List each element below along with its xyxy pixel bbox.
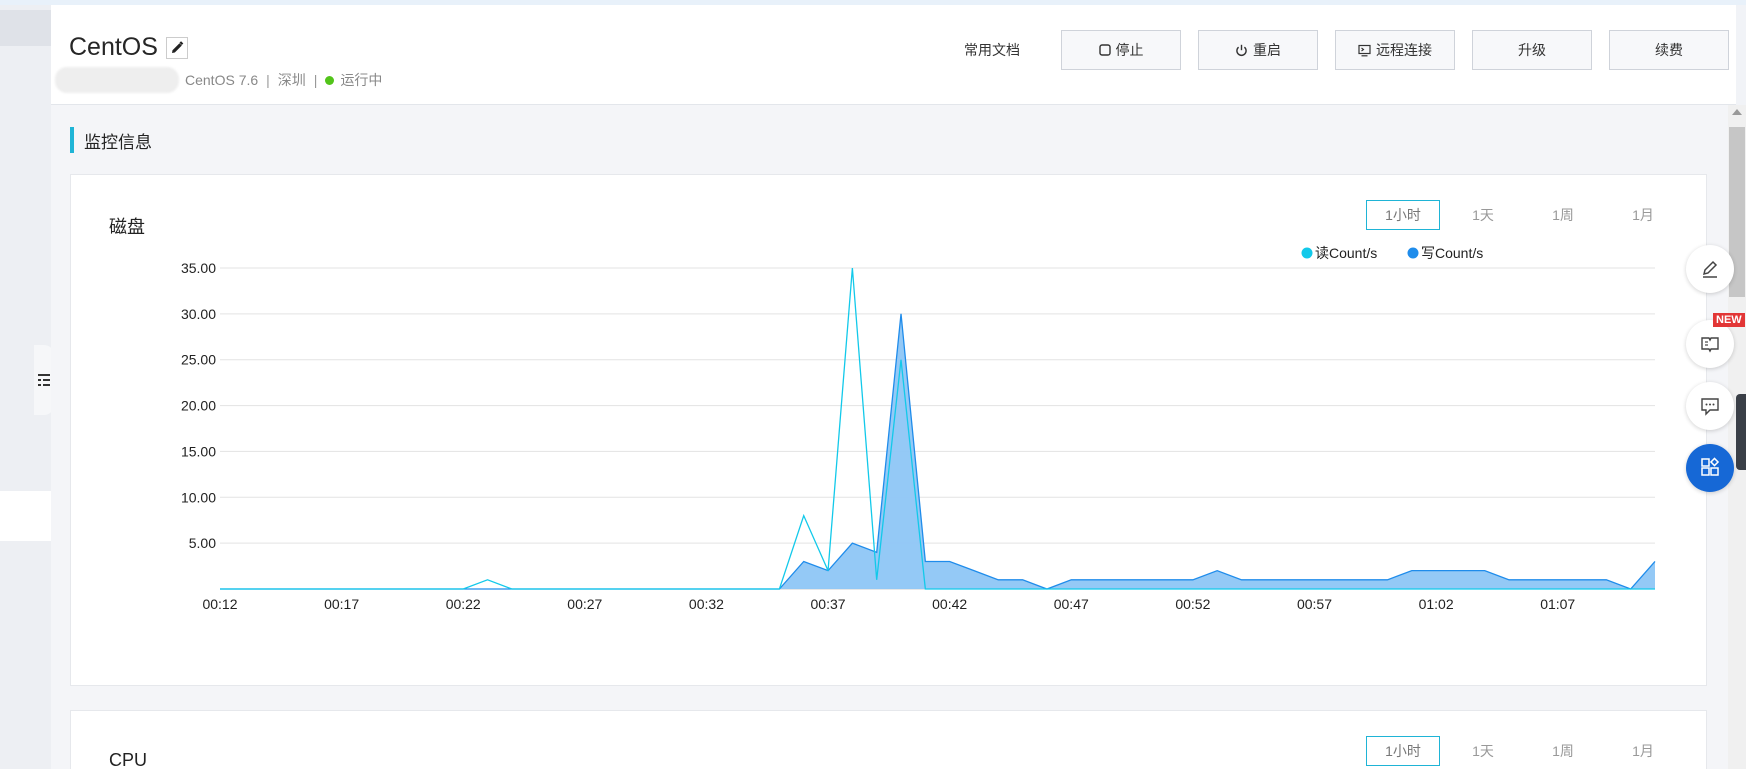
apps-icon	[1701, 457, 1720, 476]
series-read-line	[220, 267, 1655, 590]
x-tick-label: 00:37	[811, 596, 846, 612]
x-tick-label: 00:52	[1175, 596, 1210, 612]
redacted-id	[55, 67, 179, 93]
section-accent-bar	[70, 127, 74, 153]
restart-button[interactable]: 重启	[1198, 30, 1318, 70]
y-tick-label: 15.00	[181, 443, 216, 459]
region: 深圳	[277, 72, 306, 88]
x-tick-label: 00:12	[202, 596, 237, 612]
x-tick-label: 00:57	[1297, 596, 1332, 612]
scroll-up-arrow[interactable]	[1732, 109, 1742, 115]
cpu-monitor-card: CPU 1小时 1天 1周 1月	[70, 710, 1707, 769]
instance-meta: CentOS 7.6 | 深圳 | 运行中	[55, 67, 382, 93]
y-tick-label: 10.00	[181, 489, 216, 505]
remote-desktop-icon	[1358, 44, 1371, 56]
x-tick-label: 00:27	[567, 596, 602, 612]
legend-label-write: 写Count/s	[1421, 245, 1483, 261]
left-nav-active-item[interactable]	[0, 491, 51, 541]
section-header: 监控信息	[70, 127, 152, 153]
right-edge-widget[interactable]	[1736, 394, 1746, 470]
x-tick-label: 01:02	[1419, 596, 1454, 612]
sidebar-toggle-icon	[38, 374, 50, 386]
disk-chart: 35.00 30.00 25.00 20.00 15.00 10.00 5.00 00:12 0…	[181, 245, 1656, 612]
x-tick-label: 00:47	[1054, 596, 1089, 612]
left-nav-top-block	[0, 10, 51, 46]
x-tick-label: 01:07	[1540, 596, 1575, 612]
float-apps-button[interactable]	[1686, 444, 1734, 492]
rename-button[interactable]	[165, 36, 188, 59]
legend-label-read: 读Count/s	[1315, 245, 1377, 261]
cpu-card-title: CPU	[109, 750, 148, 769]
pencil-icon	[171, 40, 184, 53]
legend-swatch-read	[1301, 247, 1313, 259]
legend-swatch-write	[1407, 247, 1419, 259]
instance-header: CentOS CentOS 7.6 | 深圳 | 运行中 常用文档 停止 重启 …	[51, 5, 1736, 105]
float-chat-button[interactable]	[1686, 382, 1734, 430]
y-tick-label: 30.00	[181, 306, 216, 322]
remote-connect-button[interactable]: 远程连接	[1335, 30, 1455, 70]
y-tick-label: 25.00	[181, 352, 216, 368]
stop-button[interactable]: 停止	[1061, 30, 1181, 70]
status-dot-icon	[325, 75, 335, 85]
os-version: CentOS 7.6	[185, 72, 259, 88]
cpu-range-1w[interactable]: 1周	[1526, 736, 1600, 766]
section-title: 监控信息	[84, 132, 152, 152]
y-tick-label: 35.00	[181, 260, 216, 276]
float-manual-button[interactable]	[1686, 320, 1734, 368]
x-tick-label: 00:32	[689, 596, 724, 612]
x-tick-label: 00:17	[324, 596, 359, 612]
cpu-range-1m[interactable]: 1月	[1606, 736, 1680, 766]
cpu-range-1d[interactable]: 1天	[1446, 736, 1520, 766]
x-tick-label: 00:42	[932, 596, 967, 612]
renew-button[interactable]: 续费	[1609, 30, 1729, 70]
x-tick-label: 00:22	[446, 596, 481, 612]
instance-name: CentOS	[69, 33, 158, 61]
new-badge: NEW	[1713, 313, 1745, 327]
y-tick-label: 20.00	[181, 398, 216, 414]
cpu-range-1h[interactable]: 1小时	[1366, 736, 1440, 766]
edit-icon	[1702, 260, 1718, 278]
power-icon	[1236, 44, 1247, 56]
docs-link[interactable]: 常用文档	[964, 40, 1020, 60]
chat-icon	[1701, 398, 1719, 416]
stop-icon	[1098, 44, 1111, 56]
float-edit-button[interactable]	[1686, 245, 1734, 293]
instance-toolbar: 常用文档 停止 重启 远程连接 升级 续费	[964, 30, 1729, 70]
cpu-range-tabs: 1小时 1天 1周 1月	[1360, 736, 1680, 766]
status-text: 运行中	[340, 72, 383, 88]
disk-monitor-card: 磁盘 1小时 1天 1周 1月 35.00 30.00 25.00 20.00 15.0…	[70, 174, 1707, 686]
y-tick-label: 5.00	[189, 535, 216, 551]
manual-icon	[1701, 337, 1719, 353]
upgrade-button[interactable]: 升级	[1472, 30, 1592, 70]
main-content: CentOS CentOS 7.6 | 深圳 | 运行中 常用文档 停止 重启 …	[51, 5, 1736, 769]
